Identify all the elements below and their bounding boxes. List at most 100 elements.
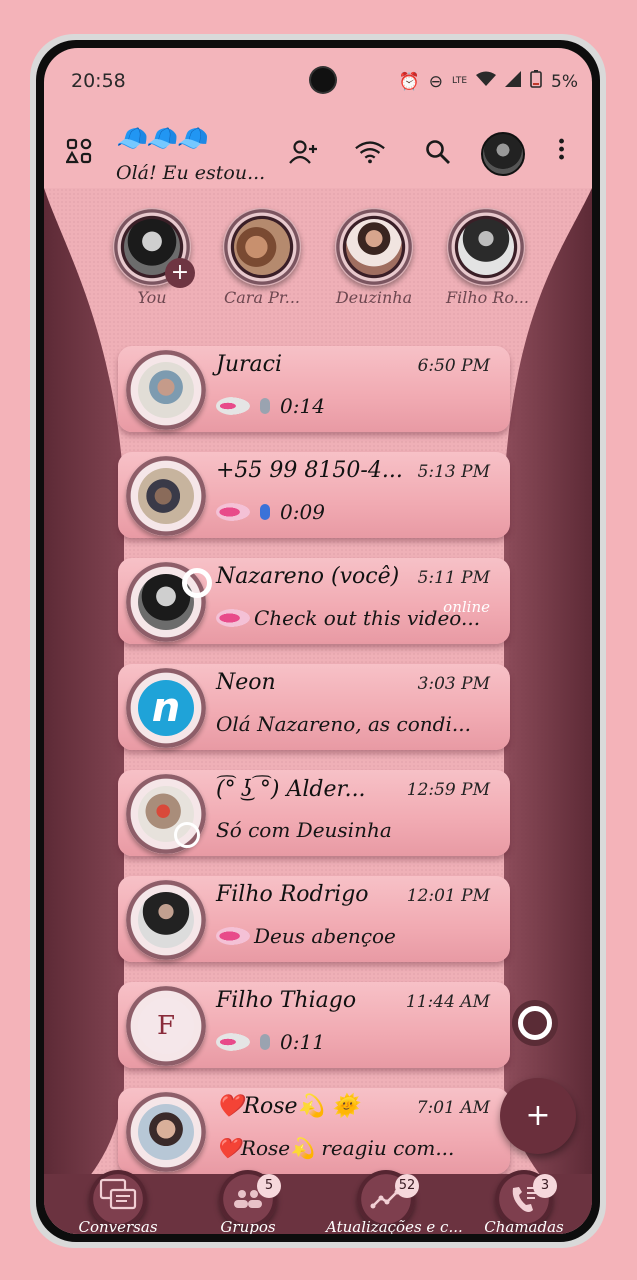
story-label: Deuzinha [335,288,413,307]
nav-label: Chamadas [484,1218,564,1234]
nav-chamadas[interactable]: 3 Chamadas [464,1170,584,1234]
chat-name: Juraci [216,352,282,377]
story-label: Filho Ro... [446,288,530,307]
chat-name: Filho Rodrigo [216,882,369,907]
chat-name: ❤️Rose💫 🌞 [216,1094,360,1119]
nav-label: Grupos [220,1218,276,1234]
front-camera [311,68,335,92]
nav-grupos[interactable]: 5 Grupos [188,1170,308,1234]
chat-preview: 0:09 [216,500,325,524]
initial-avatar: F [138,998,194,1054]
lips-sticker-icon [216,503,250,521]
mic-icon [260,504,270,520]
chat-preview: 0:14 [216,394,325,418]
chat-item[interactable]: n Neon 3:03 PM Olá Nazareno, as condi... [118,664,510,750]
chat-time: 5:11 PM [417,568,490,588]
grid-icon[interactable] [65,138,92,164]
chat-time: 3:03 PM [417,674,490,694]
wifi-icon[interactable] [354,136,386,168]
add-story-icon[interactable]: + [165,258,195,288]
chat-preview: Só com Deusinha [216,818,392,842]
chat-item[interactable]: Nazareno (você) 5:11 PM online Check out… [118,558,510,644]
status-camera-button[interactable] [512,1000,558,1046]
chat-time: 12:01 PM [406,886,490,906]
phone-bezel: 20:58 ⏰ ⊖ LTE 5% 🧢🧢🧢 Olá! Eu estou... · … [36,40,600,1242]
nav-label: Atualizações e c... [326,1218,463,1234]
chat-avatar[interactable]: n [126,668,206,748]
battery-icon [530,70,542,93]
new-chat-button[interactable]: + [500,1078,576,1154]
chat-item[interactable]: ❤️Rose💫 🌞 7:01 AM ❤️Rose💫 reagiu com... [118,1088,510,1174]
story-avatar: + [113,208,195,288]
lips-sticker-icon [216,927,250,945]
chat-preview: Olá Nazareno, as condi... [216,712,471,736]
screen: 20:58 ⏰ ⊖ LTE 5% 🧢🧢🧢 Olá! Eu estou... · … [44,48,592,1234]
battery-percent: 5% [551,71,578,92]
story-label: Cara Pr... [224,288,300,307]
alarm-icon: ⏰ [398,71,420,92]
chat-item[interactable]: Juraci 6:50 PM 0:14 [118,346,510,432]
lips-sticker-icon [216,609,250,627]
header-caps: 🧢🧢🧢 [116,124,209,154]
bottom-nav: Conversas 5 Grupos 52 Atualizações e c..… [44,1170,592,1234]
chat-avatar[interactable] [126,880,206,960]
chat-name: (͡° ͜ʖ ͡°) Alder... [216,777,366,802]
story-item[interactable]: Filho Ro... [446,208,530,307]
story-label: You [137,288,167,307]
more-icon[interactable]: · · · [557,129,566,171]
neon-logo-icon: n [138,680,194,736]
status-ring-icon [182,568,212,598]
groups-badge: 5 [257,1174,281,1198]
chat-name: Neon [216,670,276,695]
story-item[interactable]: Cara Pr... [222,208,302,307]
search-icon[interactable] [422,136,454,168]
lips-sticker-icon [216,397,250,415]
status-time: 20:58 [71,70,126,92]
story-item[interactable]: Deuzinha [334,208,414,307]
chat-item[interactable]: +55 99 8150-4... 5:13 PM 0:09 [118,452,510,538]
nav-atualizacoes[interactable]: 52 Atualizações e c... [326,1170,463,1234]
story-you[interactable]: + You [112,208,195,307]
timer-icon [174,822,200,848]
mic-icon [260,398,270,414]
chat-avatar[interactable] [126,456,206,536]
phone-frame: 20:58 ⏰ ⊖ LTE 5% 🧢🧢🧢 Olá! Eu estou... · … [30,34,606,1248]
updates-badge: 52 [395,1174,419,1198]
ring-icon [518,1006,552,1040]
chat-name: Filho Thiago [216,988,357,1013]
chat-preview: ❤️Rose💫 reagiu com... [216,1136,455,1160]
chat-time: 11:44 AM [405,992,490,1012]
chat-time: 7:01 AM [416,1098,490,1118]
wifi-status-icon [476,71,497,92]
chat-avatar[interactable]: F [126,986,206,1066]
chat-time: 5:13 PM [417,462,490,482]
story-avatar [447,208,525,286]
story-avatar [223,208,301,286]
chat-preview: 0:11 [216,1030,325,1054]
chat-time: 6:50 PM [417,356,490,376]
volte-icon: LTE [452,76,468,86]
app-header: 🧢🧢🧢 Olá! Eu estou... · · · [44,122,592,192]
lips-sticker-icon [216,1033,250,1051]
dnd-icon: ⊖ [428,71,444,92]
chat-name: Nazareno (você) [216,564,400,589]
story-avatar [335,208,413,286]
status-message[interactable]: Olá! Eu estou... [116,162,265,184]
chat-preview: Check out this video... [216,606,480,630]
mic-icon [260,1034,270,1050]
chat-time: 12:59 PM [406,780,490,800]
chat-item[interactable]: Filho Rodrigo 12:01 PM Deus abençoe [118,876,510,962]
signal-icon [505,71,522,92]
nav-conversas[interactable]: Conversas [58,1170,178,1234]
chat-item[interactable]: F Filho Thiago 11:44 AM 0:11 [118,982,510,1068]
add-contact-icon[interactable] [288,136,320,168]
chat-name: +55 99 8150-4... [216,458,403,483]
chat-item[interactable]: (͡° ͜ʖ ͡°) Alder... 12:59 PM Só com Deus… [118,770,510,856]
status-bar: 20:58 ⏰ ⊖ LTE 5% [44,48,592,116]
status-icons: ⏰ ⊖ LTE 5% [399,70,578,93]
chat-preview: Deus abençoe [216,924,396,948]
calls-badge: 3 [533,1174,557,1198]
chat-avatar[interactable] [126,350,206,430]
chat-avatar[interactable] [126,1092,206,1172]
profile-avatar[interactable] [481,132,525,176]
